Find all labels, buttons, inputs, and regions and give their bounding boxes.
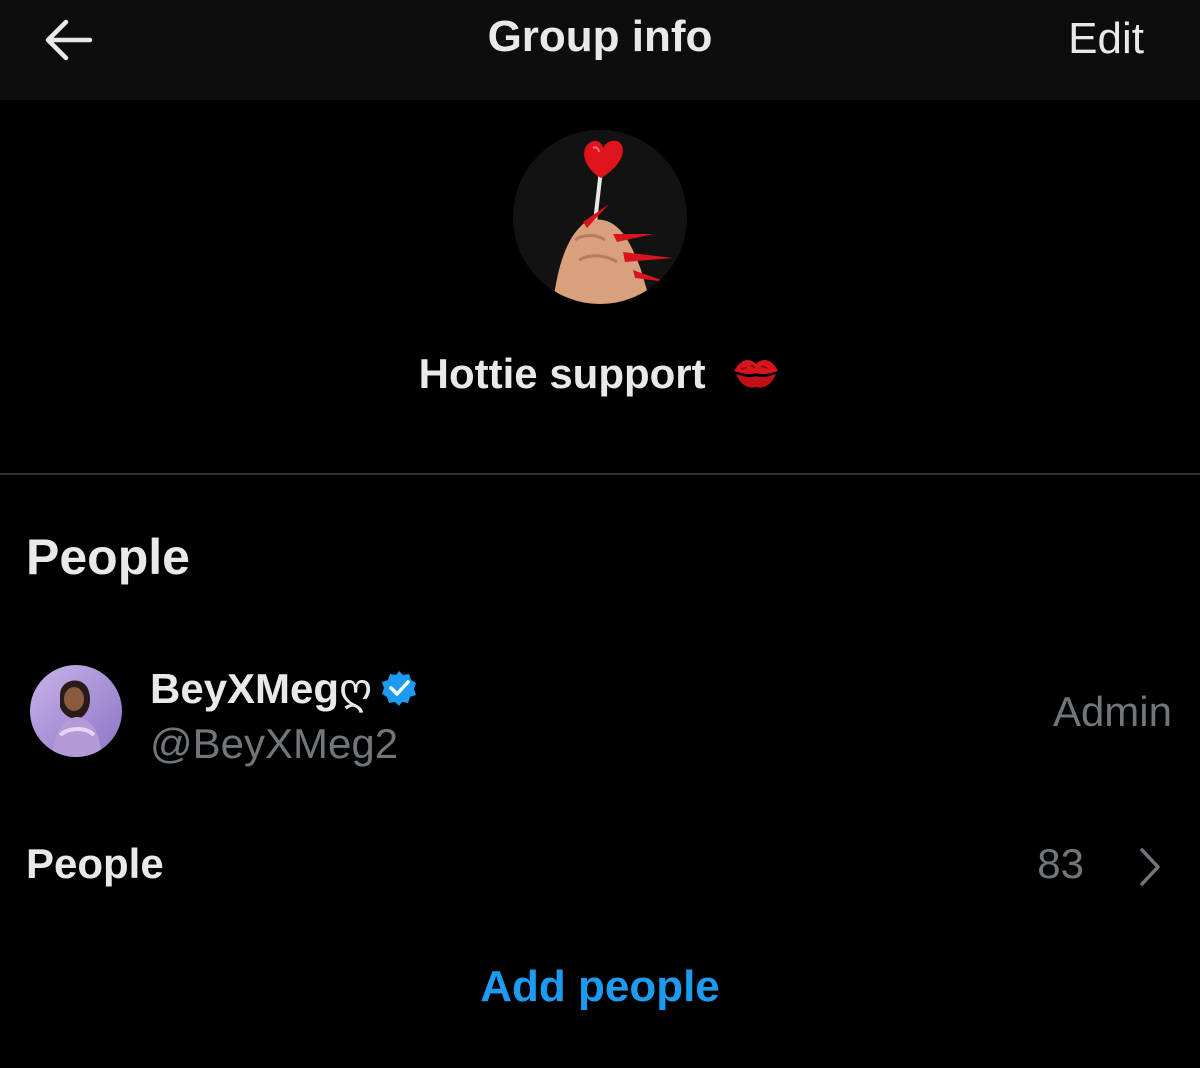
section-divider (0, 473, 1200, 475)
chevron-right-icon (1140, 848, 1160, 886)
member-name: BeyXMegღ (150, 664, 373, 712)
add-people-button[interactable]: Add people (0, 962, 1200, 1012)
avatar[interactable] (30, 665, 122, 757)
member-handle: @BeyXMeg2 (150, 720, 399, 767)
group-name-text: Hottie support (418, 350, 706, 397)
people-row-label: People (26, 840, 164, 887)
member-name-suffix: ღ (339, 664, 373, 712)
group-name: Hottie support (0, 350, 1200, 401)
people-count-row[interactable]: People 83 (0, 830, 1200, 902)
member-role-badge: Admin (1052, 688, 1172, 735)
lollipop-hand-avatar (513, 130, 687, 304)
verified-badge-icon (382, 671, 417, 706)
member-name-line: BeyXMegღ (150, 662, 418, 714)
edit-button[interactable]: Edit (1068, 14, 1144, 64)
kiss-mark-icon (731, 353, 781, 401)
people-section-title: People (26, 529, 190, 585)
page-title: Group info (487, 12, 713, 61)
group-avatar[interactable] (513, 130, 687, 304)
people-count: 83 (1037, 840, 1084, 887)
member-row[interactable]: BeyXMegღ @BeyXMeg2 Admin (0, 650, 1200, 770)
top-bar: Group info Edit (0, 0, 1200, 100)
